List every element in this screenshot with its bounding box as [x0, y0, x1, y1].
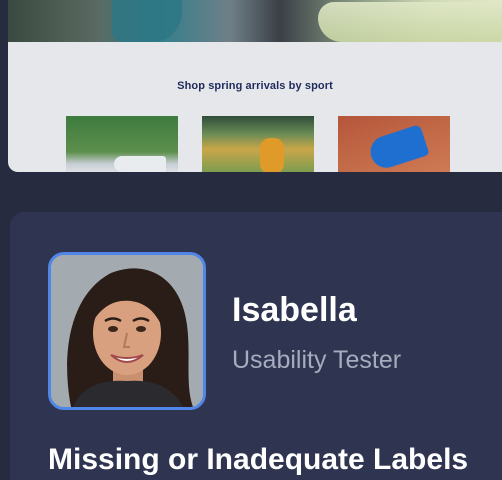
persona-role: Usability Tester [232, 346, 402, 374]
website-preview: Shop spring arrivals by sport [8, 0, 502, 172]
hero-shoe-image [318, 2, 502, 42]
sport-tile[interactable] [202, 116, 314, 172]
tile-shoe-image [260, 138, 284, 172]
page: Shop spring arrivals by sport Isabella U… [0, 0, 502, 480]
sport-tile[interactable] [66, 116, 178, 172]
tile-shoe-image [114, 156, 166, 172]
avatar-portrait [51, 255, 203, 407]
sport-tile[interactable] [338, 116, 450, 172]
promo-heading: Shop spring arrivals by sport [177, 80, 333, 92]
persona-name: Isabella [232, 291, 357, 329]
hero-banner-image [8, 0, 502, 42]
hero-figure [112, 0, 182, 42]
tile-shoe-image [366, 124, 430, 172]
issue-title: Missing or Inadequate Labels [48, 443, 469, 476]
avatar [48, 252, 206, 410]
